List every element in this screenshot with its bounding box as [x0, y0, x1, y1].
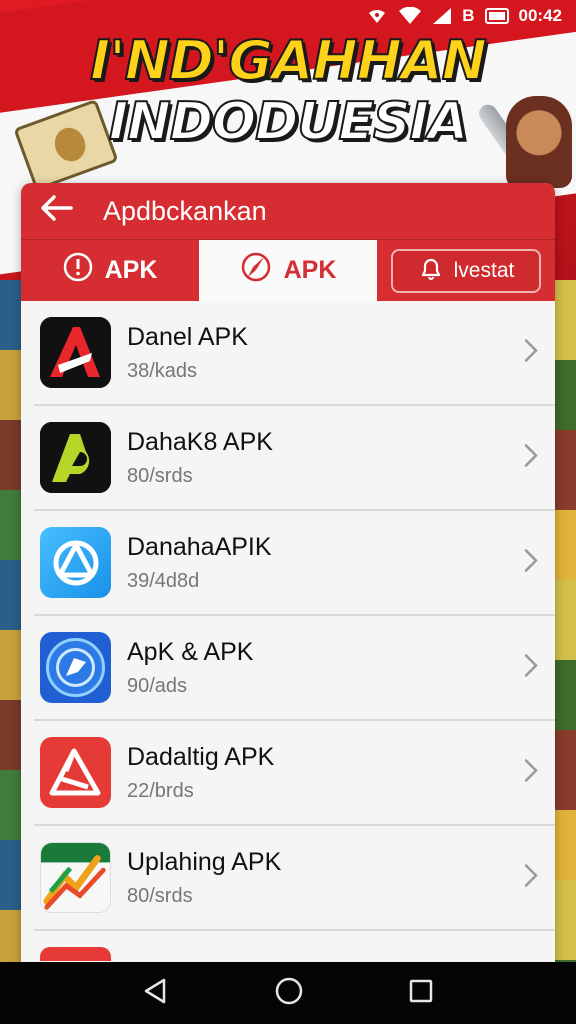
back-arrow-icon	[39, 194, 73, 229]
app-meta: 38/kads	[127, 359, 198, 382]
hotspot-icon	[366, 7, 388, 25]
dana-a-green-icon	[40, 422, 111, 493]
app-name: Danel APK	[127, 322, 248, 351]
list-item-dadaltig[interactable]: Dadaltig APK 22/brds	[34, 721, 555, 826]
wifi-icon	[398, 7, 422, 25]
blue-circle-icon	[40, 632, 111, 703]
chevron-right-icon	[523, 337, 539, 368]
triangle-back-icon	[142, 977, 170, 1010]
list-item-dahak8[interactable]: DahaK8 APK 80/srds	[34, 406, 555, 511]
nav-home-button[interactable]	[274, 976, 304, 1011]
circle-home-icon	[274, 976, 304, 1011]
tab-apk-1[interactable]: APK	[21, 240, 199, 301]
list-item-uplahing[interactable]: Uplahing APK 80/srds	[34, 826, 555, 931]
app-bar: Apdbckankan	[21, 183, 555, 239]
status-time: 00:42	[518, 6, 562, 25]
system-nav-bar	[0, 962, 576, 1024]
back-button[interactable]	[21, 183, 91, 239]
app-name: DahaK8 APK	[127, 427, 273, 456]
status-bar: B 00:42	[0, 0, 576, 32]
app-icon-partial	[40, 947, 111, 961]
red-a-icon	[40, 737, 111, 808]
app-meta: 39/4d8d	[127, 569, 200, 592]
chevron-right-icon	[523, 862, 539, 893]
app-window: Apdbckankan APK APK lvestat Danel APK 38…	[21, 183, 555, 973]
nav-back-button[interactable]	[142, 977, 170, 1010]
page-title: Apdbckankan	[103, 195, 267, 226]
chevron-right-icon	[523, 757, 539, 788]
app-meta: 22/brds	[127, 779, 194, 802]
bell-icon	[418, 255, 444, 287]
nav-recents-button[interactable]	[408, 978, 434, 1009]
colorful-chart-icon	[40, 842, 111, 913]
app-name: Uplahing APK	[127, 847, 282, 876]
banner-line-1: I'ND'GAHHAN	[89, 29, 488, 92]
signal-icon	[432, 7, 452, 25]
app-meta: 80/srds	[127, 464, 193, 487]
app-list: Danel APK 38/kads DahaK8 APK 80/srds Dan…	[21, 301, 555, 961]
tab-label: APK	[283, 256, 337, 284]
carrier-glyph: B	[462, 6, 475, 25]
list-item-danel[interactable]: Danel APK 38/kads	[34, 301, 555, 406]
chevron-right-icon	[523, 652, 539, 683]
app-name: DanahaAPIK	[127, 532, 272, 561]
tab-apk-2[interactable]: APK	[199, 240, 377, 301]
app-meta: 90/ads	[127, 674, 188, 697]
chevron-right-icon	[523, 547, 539, 578]
app-meta: 80/srds	[127, 884, 193, 907]
list-item-apk-and-apk[interactable]: ApK & APK 90/ads	[34, 616, 555, 721]
list-item-partial[interactable]	[34, 931, 555, 961]
alert-circle-icon	[63, 252, 93, 289]
tab-bar: APK APK lvestat	[21, 239, 555, 301]
compass-icon	[240, 251, 272, 290]
banner-line-2: INDODUESIA	[108, 92, 469, 152]
tab-label: lvestat	[453, 258, 515, 282]
battery-icon	[484, 7, 509, 25]
dana-a-red-icon	[40, 317, 111, 388]
promo-banner: I'ND'GAHHAN INDODUESIA	[0, 29, 576, 152]
dana-blue-icon	[40, 527, 111, 598]
app-name: Dadaltig APK	[127, 742, 275, 771]
tab-lvestat-wrap: lvestat	[377, 240, 555, 301]
square-recents-icon	[408, 978, 434, 1009]
tab-label: APK	[104, 256, 158, 284]
chevron-right-icon	[523, 442, 539, 473]
tab-lvestat[interactable]: lvestat	[391, 248, 541, 293]
app-name: ApK & APK	[127, 637, 254, 666]
list-item-danaha[interactable]: DanahaAPIK 39/4d8d	[34, 511, 555, 616]
